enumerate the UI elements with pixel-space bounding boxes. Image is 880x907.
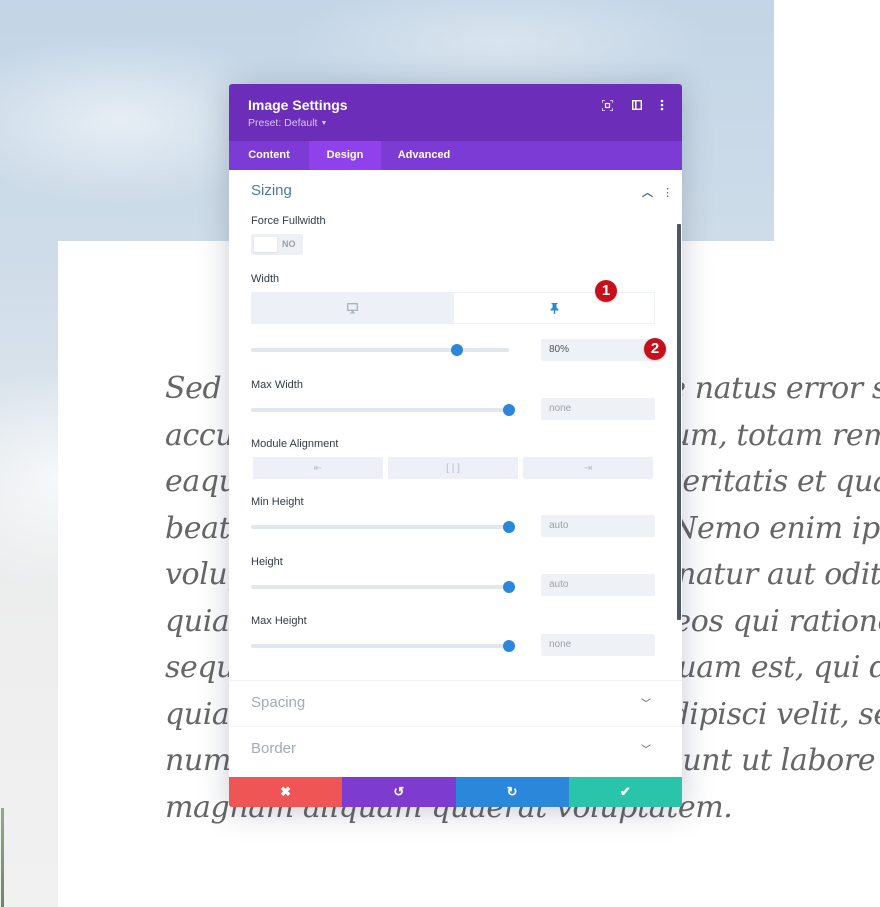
max-width-input[interactable]: none [541, 398, 655, 420]
module-alignment-buttons: ⇤ [ | ] ⇥ [253, 457, 653, 479]
split-view-icon[interactable] [630, 98, 644, 112]
sizing-section-title[interactable]: Sizing [251, 182, 292, 199]
align-left-button[interactable]: ⇤ [253, 457, 383, 479]
check-icon: ✔ [619, 784, 631, 799]
chevron-down-icon[interactable]: ﹀ [641, 741, 651, 756]
caret-down-icon: ▼ [320, 119, 328, 127]
align-right-button[interactable]: ⇥ [523, 457, 653, 479]
width-slider-thumb[interactable] [451, 344, 464, 356]
max-width-slider-thumb[interactable] [503, 404, 515, 416]
more-options-icon[interactable] [655, 98, 669, 112]
modal-title: Image Settings [248, 97, 348, 113]
min-height-slider[interactable] [251, 521, 515, 533]
step-badge-2: 2 [644, 338, 666, 360]
grass-blade [1, 808, 4, 907]
height-slider-thumb[interactable] [503, 581, 515, 593]
border-section[interactable]: Border ﹀ [229, 726, 682, 772]
max-height-slider[interactable] [251, 640, 515, 652]
preset-label: Preset: Default [248, 117, 318, 129]
height-input[interactable]: auto [541, 574, 655, 596]
settings-tabs: Content Design Advanced [229, 141, 682, 170]
desktop-icon [346, 302, 358, 313]
toggle-knob [254, 237, 277, 252]
save-button[interactable]: ✔ [568, 777, 682, 807]
toggle-state: NO [282, 239, 296, 249]
height-label: Height [251, 556, 283, 568]
pin-icon [550, 302, 558, 314]
image-settings-modal: Image Settings Preset: Default ▼ Content … [229, 84, 682, 807]
max-height-label: Max Height [251, 615, 307, 627]
spacing-section[interactable]: Spacing ﹀ [229, 680, 682, 726]
redo-button[interactable]: ↻ [455, 777, 569, 807]
align-center-icon: [ | ] [446, 462, 460, 474]
modal-header[interactable]: Image Settings Preset: Default ▼ [229, 84, 682, 141]
modal-footer: ✖ ↺ ↻ ✔ [229, 777, 682, 807]
cancel-button[interactable]: ✖ [229, 777, 343, 807]
chevron-down-icon[interactable]: ﹀ [641, 695, 651, 710]
redo-icon: ↻ [506, 784, 518, 799]
max-width-label: Max Width [251, 379, 303, 391]
max-width-slider[interactable] [251, 404, 515, 416]
settings-panel: Sizing ︿ ⋮ Force Fullwidth NO Width 1 80… [229, 170, 682, 777]
max-height-input[interactable]: none [541, 634, 655, 656]
tab-advanced[interactable]: Advanced [381, 141, 467, 170]
responsive-device-tabs [251, 292, 655, 324]
undo-icon: ↺ [393, 784, 405, 799]
max-height-slider-thumb[interactable] [503, 640, 515, 652]
align-right-icon: ⇥ [583, 462, 593, 474]
align-center-button[interactable]: [ | ] [388, 457, 518, 479]
height-slider[interactable] [251, 581, 515, 593]
section-more-icon[interactable]: ⋮ [662, 187, 673, 199]
min-height-label: Min Height [251, 496, 304, 508]
min-height-input[interactable]: auto [541, 515, 655, 537]
close-icon: ✖ [280, 784, 292, 799]
force-fullwidth-toggle[interactable]: NO [251, 234, 303, 255]
border-section-title: Border [251, 740, 297, 757]
scrollbar[interactable] [677, 224, 681, 620]
min-height-slider-thumb[interactable] [503, 521, 515, 533]
tab-content[interactable]: Content [229, 141, 309, 170]
undo-button[interactable]: ↺ [342, 777, 456, 807]
tab-design[interactable]: Design [309, 141, 381, 170]
module-alignment-label: Module Alignment [251, 438, 339, 450]
align-left-icon: ⇤ [313, 462, 323, 474]
width-slider[interactable] [251, 344, 509, 356]
force-fullwidth-label: Force Fullwidth [251, 215, 326, 227]
preset-dropdown[interactable]: Preset: Default ▼ [248, 117, 327, 129]
step-badge-1: 1 [595, 280, 617, 302]
chevron-up-icon[interactable]: ︿ [642, 187, 653, 199]
width-label: Width [251, 273, 280, 285]
width-input[interactable]: 80% [541, 339, 655, 361]
sizing-section-controls: ︿ ⋮ [642, 184, 673, 200]
spacing-section-title: Spacing [251, 694, 306, 711]
desktop-tab[interactable] [251, 292, 453, 324]
focus-mode-icon[interactable] [600, 98, 614, 112]
hover-state-tab[interactable] [453, 292, 655, 324]
